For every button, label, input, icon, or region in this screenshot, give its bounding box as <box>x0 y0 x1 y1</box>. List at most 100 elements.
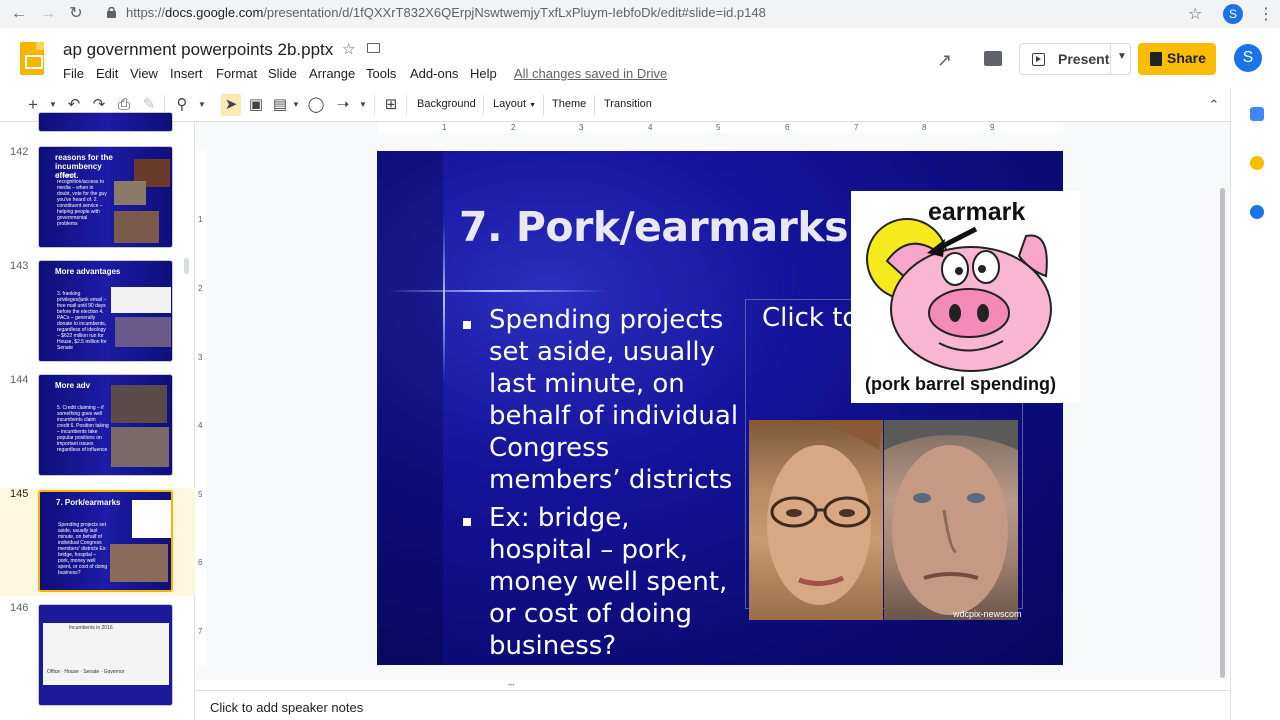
slide-number: 144 <box>10 374 29 386</box>
slides-logo-icon[interactable] <box>20 42 44 75</box>
thumb-title: More adv <box>55 381 91 390</box>
present-options-chevron-down-icon[interactable]: ▼ <box>1117 51 1127 62</box>
ruler-tick: 1 <box>198 215 203 224</box>
transition-button[interactable]: Transition <box>604 98 652 110</box>
calendar-icon[interactable] <box>1250 107 1264 121</box>
zoom-chevron-down-icon[interactable]: ▼ <box>193 96 211 114</box>
canvas-scrollbar[interactable] <box>1220 188 1225 678</box>
thumb-image <box>114 211 159 243</box>
slide-thumbnail-143[interactable]: More advantages 3. franking privileges/j… <box>38 260 173 362</box>
layout-button[interactable]: Layout ▼ <box>493 98 536 110</box>
ruler-tick: 8 <box>922 123 927 132</box>
thumb-body: 5. Credit claiming – if something goes w… <box>57 405 109 453</box>
account-avatar[interactable]: S <box>1234 44 1262 72</box>
move-folder-icon[interactable] <box>367 43 380 53</box>
menu-addons[interactable]: Add-ons <box>410 66 458 81</box>
ruler-tick: 4 <box>198 421 203 430</box>
add-comment-icon[interactable]: ⊞ <box>382 96 400 114</box>
save-status[interactable]: All changes saved in Drive <box>514 66 667 81</box>
thumb-image <box>114 181 146 205</box>
keep-icon[interactable] <box>1250 156 1264 170</box>
share-lock-icon <box>1150 52 1162 66</box>
slide-thumbnail-146[interactable]: Incumbents in 2016 Office · House · Sena… <box>38 604 173 706</box>
menu-help[interactable]: Help <box>470 66 497 81</box>
browser-menu-icon[interactable]: ⋮ <box>1258 4 1274 24</box>
menu-tools[interactable]: Tools <box>366 66 396 81</box>
menu-view[interactable]: View <box>130 66 158 81</box>
theme-button[interactable]: Theme <box>552 98 586 110</box>
image-chevron-down-icon[interactable]: ▼ <box>287 96 305 114</box>
pig-label-pork-barrel: (pork barrel spending) <box>865 374 1057 394</box>
slide-bullet[interactable]: Spending projects set aside, usually las… <box>489 304 739 496</box>
shape-icon[interactable]: ◯ <box>307 96 325 114</box>
ruler-tick: 6 <box>785 123 790 132</box>
horizontal-ruler: 1 2 3 4 5 6 7 8 9 <box>378 123 1063 133</box>
ruler-tick: 2 <box>511 123 516 132</box>
present-icon <box>1032 53 1045 66</box>
menu-file[interactable]: File <box>63 66 84 81</box>
slide-thumbnail-142[interactable]: reasons for the incumbency effect. 1. na… <box>38 146 173 248</box>
photo-man[interactable] <box>884 420 1018 620</box>
ruler-tick: 4 <box>648 123 653 132</box>
doc-header: ap government powerpoints 2b.pptx ☆ File… <box>0 28 1280 88</box>
select-arrow-icon: ➤ <box>224 96 238 113</box>
bullet-marker <box>463 518 471 526</box>
speaker-notes-placeholder[interactable]: Click to add speaker notes <box>210 700 363 715</box>
slide-thumbnail-144[interactable]: More adv 5. Credit claiming – if somethi… <box>38 374 173 476</box>
comment-icon[interactable] <box>984 51 1002 66</box>
zoom-icon[interactable]: ⚲ <box>173 96 191 114</box>
text-box-icon[interactable]: ▣ <box>247 96 265 114</box>
menu-insert[interactable]: Insert <box>170 66 203 81</box>
photo-woman[interactable] <box>749 420 883 620</box>
ruler-tick: 1 <box>442 123 447 132</box>
slide-thumbnail-145-selected[interactable]: 7. Pork/earmarks Spending projects set a… <box>38 490 173 592</box>
star-icon[interactable]: ☆ <box>342 40 355 58</box>
menu-format[interactable]: Format <box>216 66 257 81</box>
pork-barrel-pig-image[interactable]: earmark (pork barrel spending) <box>851 191 1080 403</box>
doc-title[interactable]: ap government powerpoints 2b.pptx <box>63 40 333 60</box>
filmstrip: 142 reasons for the incumbency effect. 1… <box>0 112 195 720</box>
lens-flare <box>387 290 607 292</box>
thumb-image <box>111 287 171 313</box>
thumb-body: Incumbents in 2016 <box>69 625 113 631</box>
filmstrip-scrollbar[interactable] <box>184 258 189 274</box>
placeholder-text[interactable]: Click to <box>762 303 858 333</box>
toolbar-divider <box>543 95 544 115</box>
background-button[interactable]: Background <box>417 98 476 110</box>
back-icon[interactable]: ← <box>9 4 29 24</box>
share-button[interactable]: Share <box>1138 43 1216 75</box>
activity-trend-icon[interactable]: ↗ <box>937 50 952 71</box>
tasks-icon[interactable] <box>1250 205 1264 219</box>
slide-bullet[interactable]: Ex: bridge, hospital – pork, money well … <box>489 502 739 662</box>
thumb-body: 3. franking privileges/junk email – free… <box>57 291 107 351</box>
url-text: https://docs.google.com/presentation/d/1… <box>126 5 766 20</box>
ruler-tick: 6 <box>198 558 203 567</box>
thumb-title: More advantages <box>55 267 121 276</box>
bookmark-star-icon[interactable]: ☆ <box>1188 4 1202 24</box>
speaker-notes[interactable]: Click to add speaker notes <box>196 690 1230 720</box>
thumb-body: Spending projects set aside, usually las… <box>58 522 108 576</box>
toolbar-divider <box>483 95 484 115</box>
present-button[interactable]: Present ▼ <box>1019 43 1131 75</box>
ruler-tick: 9 <box>990 123 995 132</box>
menu-edit[interactable]: Edit <box>96 66 118 81</box>
menu-arrange[interactable]: Arrange <box>309 66 355 81</box>
thumb-table <box>43 623 169 685</box>
photo-woman-drawing <box>749 420 883 605</box>
thumb-image <box>110 544 168 582</box>
thumb-image <box>111 427 169 467</box>
menu-slide[interactable]: Slide <box>268 66 297 81</box>
notes-resize-handle[interactable]: ••• <box>508 683 526 689</box>
slide-thumbnail-141[interactable] <box>38 112 173 132</box>
collapse-chevron-up-icon[interactable]: ⌃ <box>1205 96 1223 114</box>
reload-icon[interactable]: ↻ <box>66 4 86 24</box>
photo-man-drawing <box>884 420 1018 615</box>
browser-profile-avatar[interactable]: S <box>1223 4 1243 24</box>
line-chevron-down-icon[interactable]: ▼ <box>354 96 372 114</box>
forward-icon[interactable]: → <box>38 4 58 24</box>
line-icon[interactable]: ➝ <box>334 96 352 114</box>
ruler-tick: 7 <box>198 627 203 636</box>
thumb-pig-image <box>132 500 171 538</box>
pig-label-earmark: earmark <box>928 198 1026 226</box>
slide-title[interactable]: 7. Pork/earmarks <box>459 203 849 251</box>
